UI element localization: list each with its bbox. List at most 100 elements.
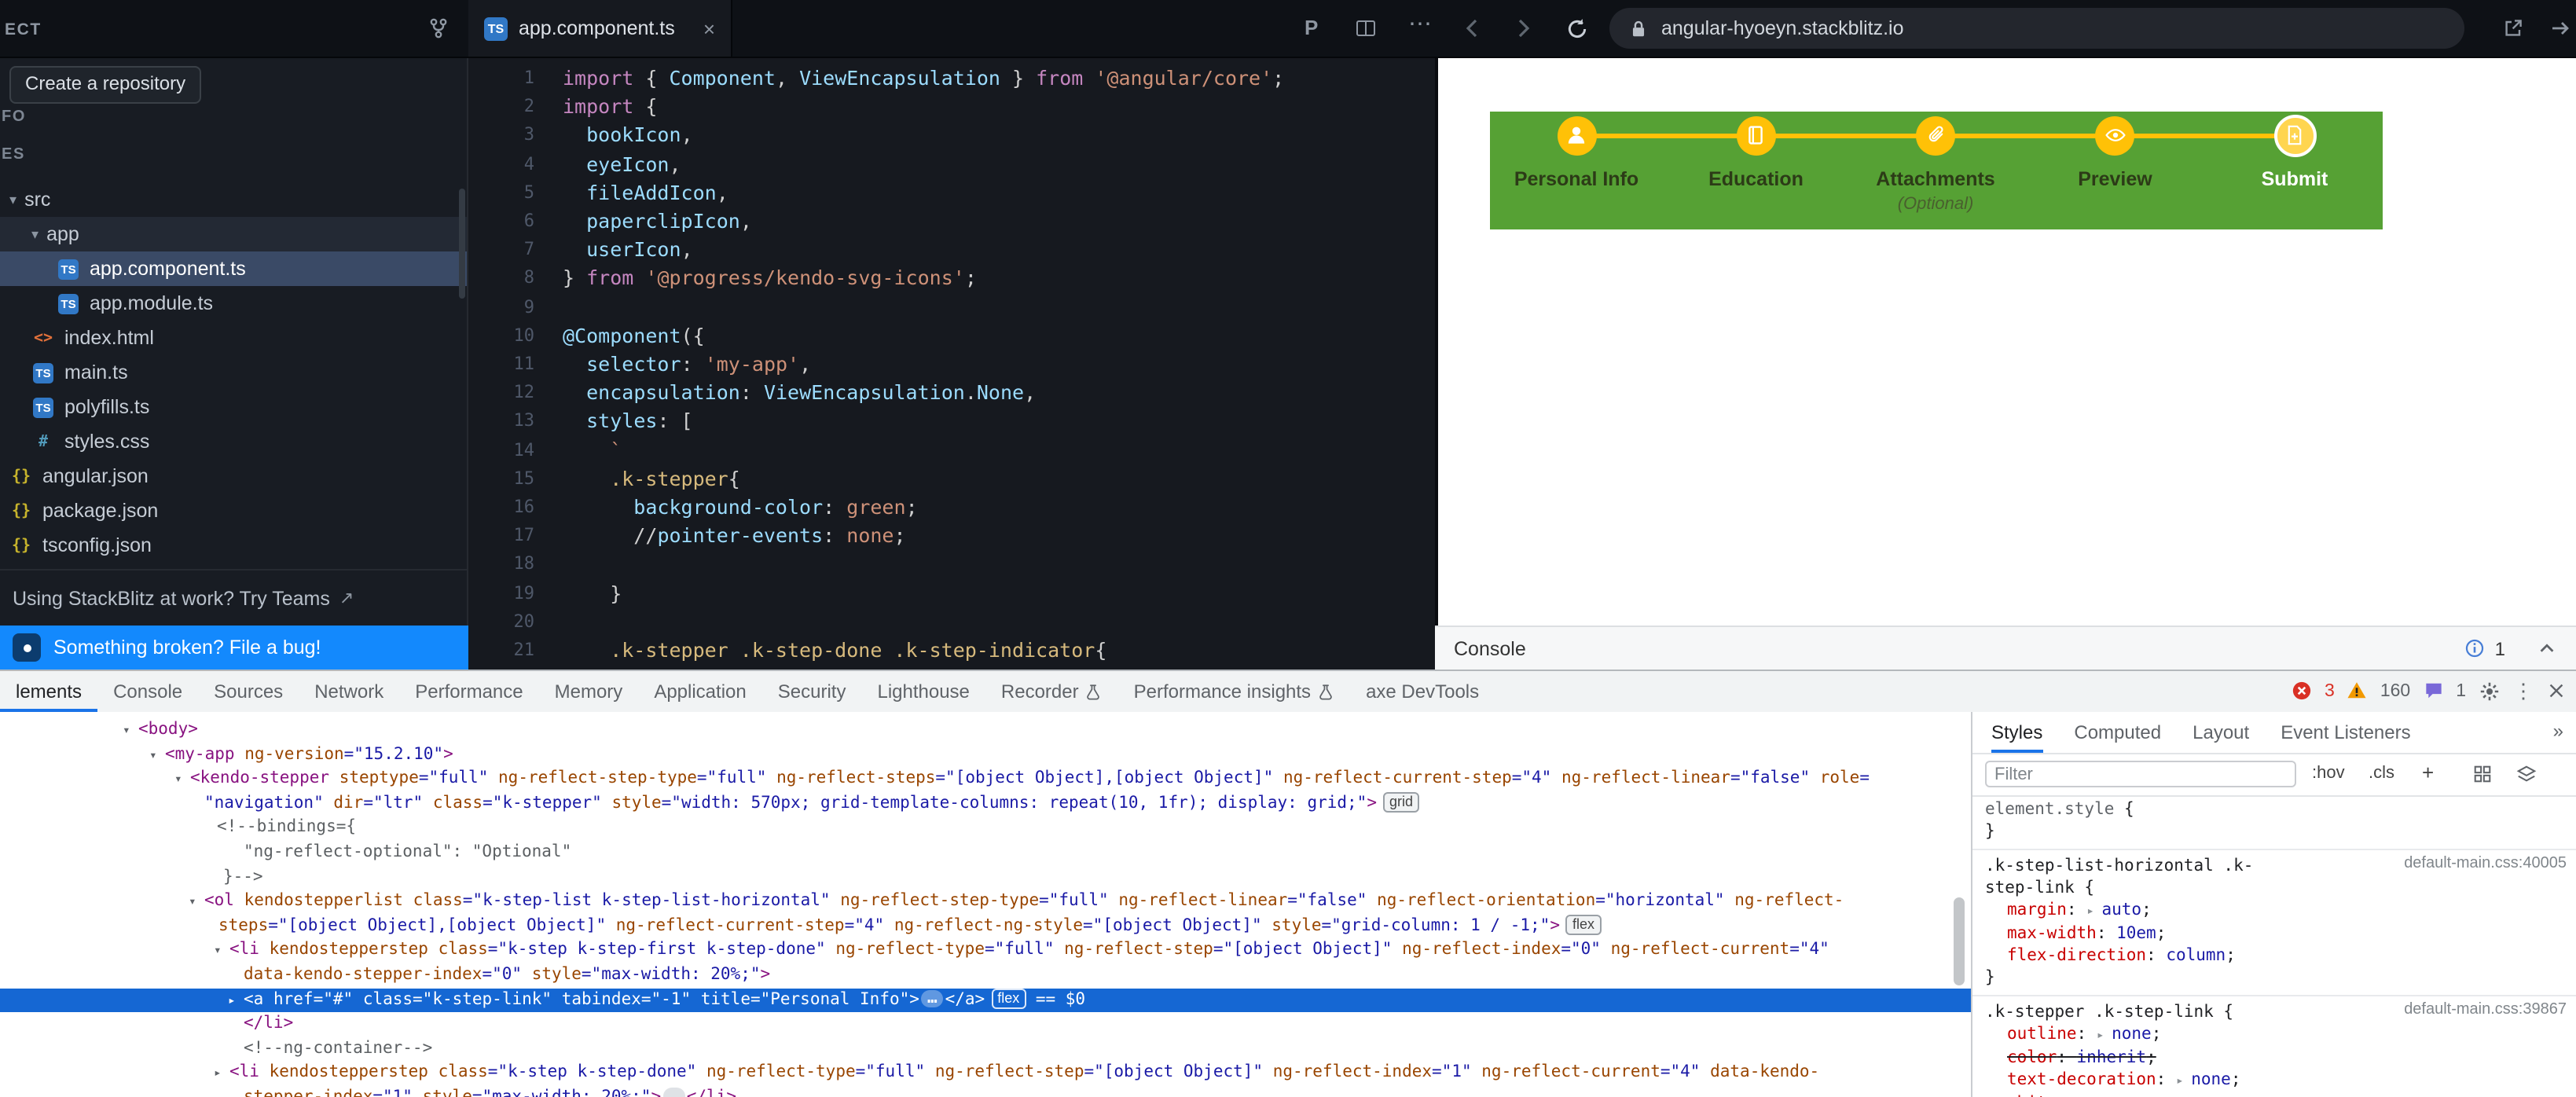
back-icon[interactable] [1462,17,1484,39]
expand-arrow-icon[interactable]: ▾ [214,939,222,963]
stepper-step-indicator[interactable] [2096,116,2135,155]
devtools-tab-lements[interactable]: lements [0,671,97,712]
dom-tree-node[interactable]: stepper-index="1" style="max-width: 20%;… [0,1086,1971,1097]
folder-tree-item[interactable]: ▾app [0,217,467,251]
issues-icon[interactable] [2423,681,2443,701]
kebab-menu-icon[interactable]: ⋮ [2513,678,2534,703]
open-external-icon[interactable] [2502,17,2524,39]
css-declaration[interactable]: margin: ▸ auto; [1985,899,2567,923]
teams-promo[interactable]: Using StackBlitz at work? Try Teams ↗ [0,569,467,626]
collapse-arrow-icon[interactable]: ▸ [228,988,236,1012]
dom-tree-node[interactable]: </li> [0,1012,1971,1036]
address-bar[interactable]: angular-hyoeyn.stackblitz.io [1609,8,2464,49]
dom-tree-node[interactable]: data-kendo-stepper-index="0" style="max-… [0,963,1971,988]
refresh-icon[interactable] [1565,17,1589,41]
file-tree-item[interactable]: {}package.json [0,493,467,528]
styles-pane-tab-layout[interactable]: Layout [2193,712,2249,753]
devtools-tab-sources[interactable]: Sources [198,671,299,712]
expand-shorthand-icon[interactable]: ▸ [2086,904,2101,918]
devtools-tab-network[interactable]: Network [299,671,399,712]
devtools-tab-performance-insights[interactable]: Performance insights [1118,671,1350,712]
expand-shorthand-icon[interactable]: ▸ [2097,1028,2112,1042]
code-editor[interactable]: 1import { Component, ViewEncapsulation }… [468,57,1435,670]
editor-tab[interactable]: TS app.component.ts × [468,0,732,57]
dom-tree-node[interactable]: <!--bindings={ [0,816,1971,841]
cls-toggle[interactable]: .cls [2369,764,2394,783]
grid-editor-icon[interactable] [2472,764,2493,784]
file-tree-item[interactable]: TSapp.component.ts [0,251,467,286]
dom-tree-node[interactable]: ▾<body> [0,718,1971,743]
devtools-tab-security[interactable]: Security [762,671,862,712]
css-declaration[interactable]: color: inherit; [1985,1047,2567,1069]
stepper-step-indicator[interactable] [2273,114,2316,156]
folder-tree-item[interactable]: ▾src [0,182,467,217]
dom-tree-node[interactable]: steps="[object Object],[object Object]" … [0,915,1971,939]
dom-tree-node[interactable]: "ng-reflect-optional": "Optional" [0,841,1971,865]
selector-line[interactable]: step-link { [1985,877,2567,899]
dom-tree-node[interactable]: ▾<kendo-stepper steptype="full" ng-refle… [0,767,1971,791]
file-tree-item[interactable]: TSapp.module.ts [0,286,467,321]
forward-icon[interactable] [1512,17,1534,39]
dom-tree-node[interactable]: ▸<li kendostepperstep class="k-step k-st… [0,1062,1971,1086]
file-tree-item[interactable]: {}angular.json [0,459,467,493]
fork-icon[interactable] [427,17,450,39]
stepper-step-label[interactable]: Personal Info [1474,168,1679,190]
rule-source-link[interactable]: default-main.css:40005 [2404,855,2567,872]
dom-tree-node[interactable]: ▸<a href="#" class="k-step-link" tabinde… [0,988,1971,1012]
expand-shorthand-icon[interactable]: ▸ [2176,1073,2191,1088]
styles-pane-tab-event-listeners[interactable]: Event Listeners [2281,712,2410,753]
css-declaration[interactable]: max-width: 10em; [1985,923,2567,945]
file-tree-item[interactable]: {}tsconfig.json [0,528,467,563]
dom-tree-node[interactable]: ▾<my-app ng-version="15.2.10"> [0,743,1971,767]
devtools-tab-axe-devtools[interactable]: axe DevTools [1350,671,1495,712]
sidebar-scrollbar[interactable] [459,189,465,299]
expand-arrow-icon[interactable]: ▾ [123,718,130,743]
styles-filter-input[interactable] [1985,761,2296,787]
tab-overflow-icon[interactable]: » [2553,720,2563,742]
dom-tree-node[interactable]: ▾<ol kendostepperlist class="k-step-list… [0,890,1971,914]
stepper-step-indicator[interactable] [1557,116,1596,155]
devtools-tab-application[interactable]: Application [638,671,761,712]
expand-arrow-icon[interactable]: ▾ [149,743,157,767]
split-editor-icon[interactable] [1355,17,1377,39]
collapse-arrow-icon[interactable]: ▸ [214,1062,222,1086]
devtools-tab-memory[interactable]: Memory [539,671,639,712]
devtools-tab-lighthouse[interactable]: Lighthouse [861,671,985,712]
file-tree-item[interactable]: <>index.html [0,321,467,355]
rule-source-link[interactable]: default-main.css:39867 [2404,1001,2567,1018]
open-preview-icon[interactable] [2549,17,2571,39]
file-tree-item[interactable]: #styles.css [0,424,467,459]
file-tree-item[interactable]: TSpolyfills.ts [0,390,467,424]
hov-toggle[interactable]: :hov [2312,764,2345,783]
styles-pane-tab-styles[interactable]: Styles [1991,712,2042,753]
devtools-tab-performance[interactable]: Performance [399,671,538,712]
stepper-step-indicator[interactable] [1737,116,1776,155]
new-rule-icon[interactable]: + [2422,761,2434,784]
file-a-bug-banner[interactable]: Something broken? File a bug! [0,626,468,670]
styles-pane-tab-computed[interactable]: Computed [2074,712,2161,753]
create-repository-button[interactable]: Create a repository [9,66,201,104]
warning-icon[interactable] [2347,681,2368,701]
dom-tree-node[interactable]: ▾<li kendostepperstep class="k-step k-st… [0,939,1971,963]
layers-icon[interactable] [2516,764,2537,784]
more-menu-icon[interactable]: ⋯ [1408,9,1432,38]
gear-icon[interactable] [2479,680,2501,702]
stepper-step-label[interactable]: Attachments [1833,168,2038,190]
expand-arrow-icon[interactable]: ▾ [189,890,196,914]
close-devtools-icon[interactable] [2546,681,2567,701]
preview-console-bar[interactable]: Console 1 [1435,626,2576,670]
css-declaration[interactable]: outline: ▸ none; [1985,1023,2567,1047]
chevron-up-icon[interactable] [2537,638,2557,659]
devtools-tab-console[interactable]: Console [97,671,198,712]
dom-tree-node[interactable]: }--> [0,865,1971,890]
stepper-step-label[interactable]: Preview [2013,168,2218,190]
css-declaration[interactable]: flex-direction: column; [1985,945,2567,967]
expand-arrow-icon[interactable]: ▾ [174,767,182,791]
prettier-icon[interactable]: P [1305,16,1318,39]
file-tree-item[interactable]: TSmain.ts [0,355,467,390]
css-declaration[interactable]: text-decoration: ▸ none; [1985,1069,2567,1092]
stepper-step-indicator[interactable] [1916,116,1955,155]
css-declaration[interactable]: white-space: ▸ nowrap; [1985,1092,2567,1097]
dom-tree-node[interactable]: "navigation" dir="ltr" class="k-stepper"… [0,792,1971,816]
devtools-tab-recorder[interactable]: Recorder [985,671,1118,712]
